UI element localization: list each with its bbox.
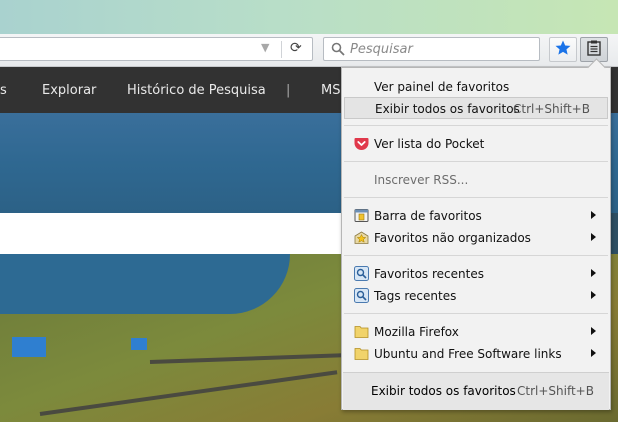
- nav-item-partial[interactable]: s: [0, 83, 7, 98]
- urlbar-separator: [281, 41, 282, 58]
- menu-item-recent-bookmarks[interactable]: Favoritos recentes: [344, 263, 608, 285]
- menu-item-label: Exibir todos os favoritos: [375, 102, 520, 116]
- menu-separator: [344, 313, 608, 314]
- bookmarks-toolbar-icon: [354, 208, 369, 223]
- menu-item-folder-mozilla-firefox[interactable]: Mozilla Firefox: [344, 321, 608, 343]
- star-icon: [554, 39, 572, 60]
- nav-item-ms[interactable]: MS: [321, 83, 340, 98]
- menu-item-label: Favoritos não organizados: [374, 231, 531, 245]
- menu-item-bookmarks-toolbar[interactable]: Barra de favoritos: [344, 205, 608, 227]
- search-box[interactable]: [323, 37, 540, 61]
- menu-separator: [344, 197, 608, 198]
- menu-item-label: Inscrever RSS...: [374, 173, 469, 187]
- folder-icon: [354, 324, 369, 339]
- menu-item-pocket-list[interactable]: Ver lista do Pocket: [344, 133, 608, 155]
- menu-item-recent-tags[interactable]: Tags recentes: [344, 285, 608, 307]
- menu-item-label: Ubuntu and Free Software links: [374, 347, 562, 361]
- menu-item-view-bookmarks-sidebar[interactable]: Ver painel de favoritos: [344, 76, 608, 98]
- submenu-arrow-icon: [591, 211, 596, 219]
- recent-tags-icon: [354, 288, 369, 303]
- unsorted-bookmarks-icon: [354, 230, 369, 245]
- bookmark-star-button[interactable]: [549, 37, 577, 62]
- bookmarks-list-icon: [586, 40, 602, 59]
- nav-divider: |: [286, 83, 291, 98]
- menu-item-show-all-bookmarks[interactable]: Exibir todos os favoritos Ctrl+Shift+B: [344, 97, 608, 119]
- menu-item-label: Tags recentes: [374, 289, 457, 303]
- navigation-toolbar: ▼ ⟳: [0, 34, 618, 67]
- submenu-arrow-icon: [591, 327, 596, 335]
- menu-footer-label: Exibir todos os favoritos: [371, 384, 516, 398]
- recent-bookmarks-icon: [354, 266, 369, 281]
- submenu-arrow-icon: [591, 269, 596, 277]
- menu-item-label: Ver painel de favoritos: [374, 80, 510, 94]
- reload-icon[interactable]: ⟳: [290, 40, 302, 56]
- pocket-icon: [354, 136, 369, 151]
- photo-house-small: [131, 338, 147, 350]
- submenu-arrow-icon: [591, 233, 596, 241]
- menu-separator: [344, 255, 608, 256]
- photo-house: [12, 337, 46, 357]
- search-icon: [331, 42, 345, 59]
- nav-item-historico[interactable]: Histórico de Pesquisa: [127, 83, 266, 98]
- menu-item-unsorted-bookmarks[interactable]: Favoritos não organizados: [344, 227, 608, 249]
- menu-item-label: Barra de favoritos: [374, 209, 482, 223]
- menu-item-label: Mozilla Firefox: [374, 325, 459, 339]
- menu-footer-shortcut: Ctrl+Shift+B: [517, 384, 594, 398]
- address-bar[interactable]: ▼ ⟳: [0, 37, 313, 61]
- folder-icon: [354, 346, 369, 361]
- submenu-arrow-icon: [591, 291, 596, 299]
- menu-item-subscribe-rss: Inscrever RSS...: [344, 169, 608, 191]
- menu-item-label: Favoritos recentes: [374, 267, 484, 281]
- history-dropdown-icon[interactable]: ▼: [261, 41, 269, 54]
- window-titlebar: [0, 0, 618, 34]
- background-photo-lake-shore: [0, 254, 290, 314]
- menu-item-shortcut: Ctrl+Shift+B: [513, 102, 590, 116]
- menu-item-folder-ubuntu-links[interactable]: Ubuntu and Free Software links: [344, 343, 608, 365]
- bookmarks-menu-panel: Ver painel de favoritos Exibir todos os …: [341, 58, 611, 410]
- search-input[interactable]: [350, 40, 530, 58]
- bookmarks-menu-button[interactable]: [580, 37, 608, 62]
- menu-separator: [344, 161, 608, 162]
- menu-footer-show-all-bookmarks[interactable]: Exibir todos os favoritos Ctrl+Shift+B: [343, 372, 609, 410]
- menu-item-label: Ver lista do Pocket: [374, 137, 485, 151]
- menu-separator: [344, 125, 608, 126]
- nav-item-explorar[interactable]: Explorar: [42, 83, 96, 98]
- submenu-arrow-icon: [591, 349, 596, 357]
